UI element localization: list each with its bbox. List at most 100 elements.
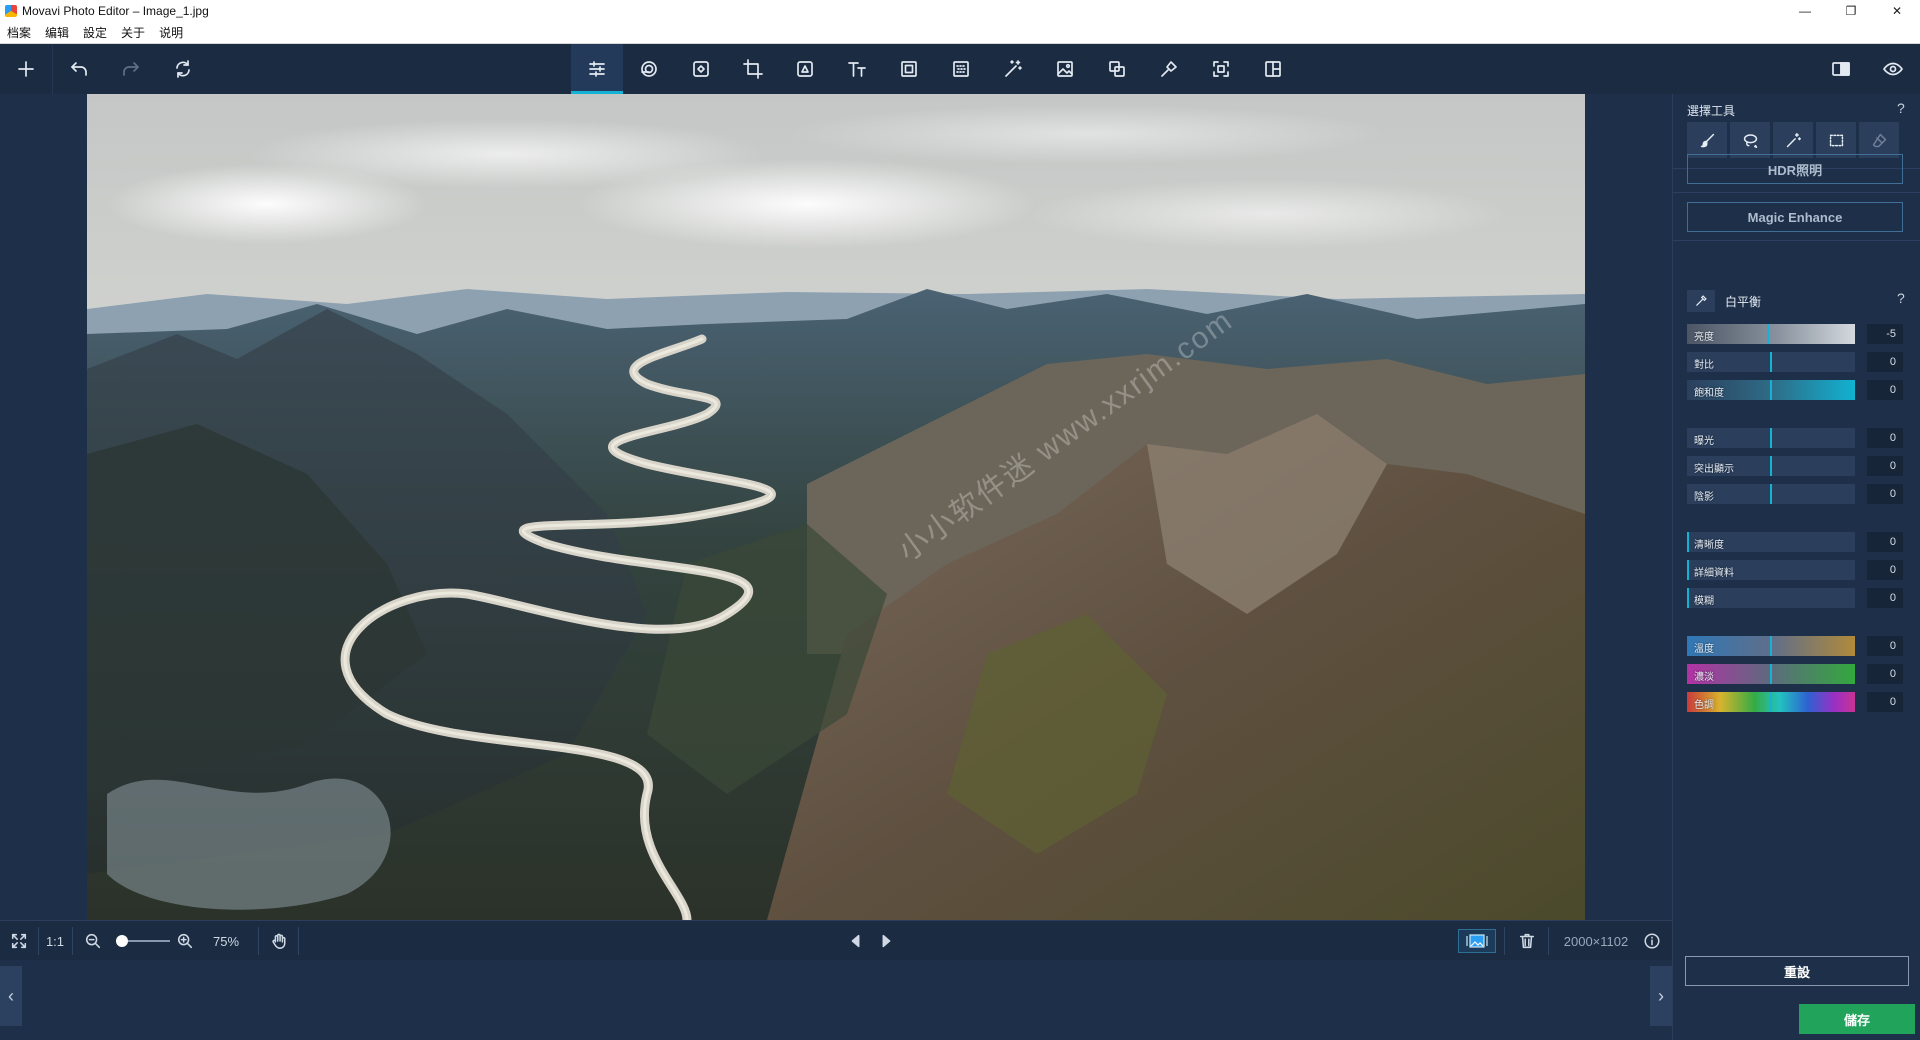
slider-label: 飽和度 xyxy=(1694,388,1724,399)
slider-3[interactable]: 曝光 xyxy=(1687,428,1855,448)
menu-settings[interactable]: 設定 xyxy=(76,24,114,41)
tool-resize[interactable] xyxy=(1195,44,1247,94)
tool-adjust[interactable] xyxy=(571,44,623,94)
slider-value-field[interactable]: -5 xyxy=(1867,324,1903,344)
tool-background[interactable] xyxy=(779,44,831,94)
rect-select-tool-button[interactable] xyxy=(1816,122,1856,158)
slider-handle[interactable] xyxy=(1770,428,1772,448)
slider-label: 模糊 xyxy=(1694,596,1714,607)
hand-icon xyxy=(272,933,286,949)
eraser-tool-button[interactable] xyxy=(1859,122,1899,158)
tool-pin[interactable] xyxy=(1143,44,1195,94)
magic-enhance-button[interactable]: Magic Enhance xyxy=(1687,202,1903,232)
slider-handle[interactable] xyxy=(1687,560,1689,580)
zoom-slider-knob[interactable] xyxy=(116,935,128,947)
tool-magic[interactable] xyxy=(987,44,1039,94)
filmstrip-prev-button[interactable]: ‹ xyxy=(0,966,22,1026)
slider-handle[interactable] xyxy=(1770,456,1772,476)
noise-icon xyxy=(953,61,969,77)
slider-handle[interactable] xyxy=(1770,484,1772,504)
slider-11[interactable]: 色調 xyxy=(1687,692,1855,712)
slider-value-field[interactable]: 0 xyxy=(1867,352,1903,372)
brush-tool-button[interactable] xyxy=(1687,122,1727,158)
slider-label: 亮度 xyxy=(1694,332,1714,343)
minimize-button[interactable]: — xyxy=(1782,0,1828,22)
slider-handle[interactable] xyxy=(1770,636,1772,656)
white-balance-help-icon[interactable]: ? xyxy=(1897,290,1905,306)
tool-insert-image[interactable] xyxy=(1039,44,1091,94)
menu-about[interactable]: 关于 xyxy=(114,24,152,41)
menu-help[interactable]: 说明 xyxy=(152,24,190,41)
slider-handle[interactable] xyxy=(1770,352,1772,372)
slider-10[interactable]: 濃淡 xyxy=(1687,664,1855,684)
slider-value-field[interactable]: 0 xyxy=(1867,484,1903,504)
maximize-button[interactable]: ❐ xyxy=(1828,0,1874,22)
save-button[interactable]: 儲存 xyxy=(1799,1004,1915,1034)
slider-9[interactable]: 溫度 xyxy=(1687,636,1855,656)
slider-5[interactable]: 陰影 xyxy=(1687,484,1855,504)
tool-text[interactable] xyxy=(831,44,883,94)
redo-button[interactable] xyxy=(105,44,157,94)
zoom-out-button[interactable] xyxy=(80,921,106,961)
slider-2[interactable]: 飽和度 xyxy=(1687,380,1855,400)
delete-button[interactable] xyxy=(1512,921,1542,961)
slider-6[interactable]: 清晰度 xyxy=(1687,532,1855,552)
slider-value-field[interactable]: 0 xyxy=(1867,380,1903,400)
slider-handle[interactable] xyxy=(1770,380,1772,400)
zoom-in-button[interactable] xyxy=(172,921,198,961)
slider-value-field[interactable]: 0 xyxy=(1867,588,1903,608)
slider-handle[interactable] xyxy=(1770,664,1772,684)
filmstrip-toggle-button[interactable] xyxy=(1458,929,1496,953)
slider-value-field[interactable]: 0 xyxy=(1867,560,1903,580)
slider-7[interactable]: 詳細資料 xyxy=(1687,560,1855,580)
slider-value-field[interactable]: 0 xyxy=(1867,664,1903,684)
magic-wand-tool-button[interactable] xyxy=(1773,122,1813,158)
slider-value-field[interactable]: 0 xyxy=(1867,532,1903,552)
magic-wand-select-icon xyxy=(1786,132,1801,147)
undo-button[interactable] xyxy=(53,44,105,94)
tool-noise[interactable] xyxy=(935,44,987,94)
actual-size-button[interactable]: 1:1 xyxy=(42,921,68,961)
rect-select-icon xyxy=(1829,134,1843,146)
slider-value-field[interactable]: 0 xyxy=(1867,456,1903,476)
slider-handle[interactable] xyxy=(1687,532,1689,552)
tool-frames[interactable] xyxy=(883,44,935,94)
fit-to-screen-button[interactable] xyxy=(2,921,36,961)
photo-canvas[interactable]: 小小软件迷 www.xxrjm.com xyxy=(87,94,1585,920)
zoom-in-icon xyxy=(177,933,193,949)
reset-image-button[interactable] xyxy=(157,44,209,94)
slider-1[interactable]: 對比 xyxy=(1687,352,1855,372)
tool-filters[interactable] xyxy=(623,44,675,94)
help-icon[interactable]: ? xyxy=(1897,100,1905,116)
slider-value-field[interactable]: 0 xyxy=(1867,428,1903,448)
tool-crop[interactable] xyxy=(727,44,779,94)
tool-layout[interactable] xyxy=(1247,44,1299,94)
close-button[interactable]: ✕ xyxy=(1874,0,1920,22)
next-image-button[interactable] xyxy=(872,921,900,961)
menu-file[interactable]: 档案 xyxy=(0,24,38,41)
slider-handle[interactable] xyxy=(1687,588,1689,608)
preview-button[interactable] xyxy=(1867,44,1919,94)
menu-edit[interactable]: 编辑 xyxy=(38,24,76,41)
slider-value-field[interactable]: 0 xyxy=(1867,692,1903,712)
previous-image-button[interactable] xyxy=(842,921,870,961)
slider-handle[interactable] xyxy=(1770,692,1772,712)
slider-8[interactable]: 模糊 xyxy=(1687,588,1855,608)
reset-button[interactable]: 重設 xyxy=(1685,956,1909,986)
compare-button[interactable] xyxy=(1815,44,1867,94)
slider-value-field[interactable]: 0 xyxy=(1867,636,1903,656)
tool-retouch[interactable] xyxy=(675,44,727,94)
landscape-photo xyxy=(87,94,1585,920)
hdr-button[interactable]: HDR照明 xyxy=(1687,154,1903,184)
image-info-button[interactable] xyxy=(1640,921,1664,961)
slider-0[interactable]: 亮度 xyxy=(1687,324,1855,344)
tool-objects[interactable] xyxy=(1091,44,1143,94)
filmstrip-next-button[interactable]: › xyxy=(1650,966,1672,1026)
hand-tool-button[interactable] xyxy=(264,921,294,961)
white-balance-picker[interactable] xyxy=(1687,290,1715,312)
add-button[interactable] xyxy=(0,44,52,94)
crop-icon xyxy=(743,59,763,79)
slider-4[interactable]: 突出顯示 xyxy=(1687,456,1855,476)
slider-handle[interactable] xyxy=(1767,324,1769,344)
lasso-tool-button[interactable] xyxy=(1730,122,1770,158)
